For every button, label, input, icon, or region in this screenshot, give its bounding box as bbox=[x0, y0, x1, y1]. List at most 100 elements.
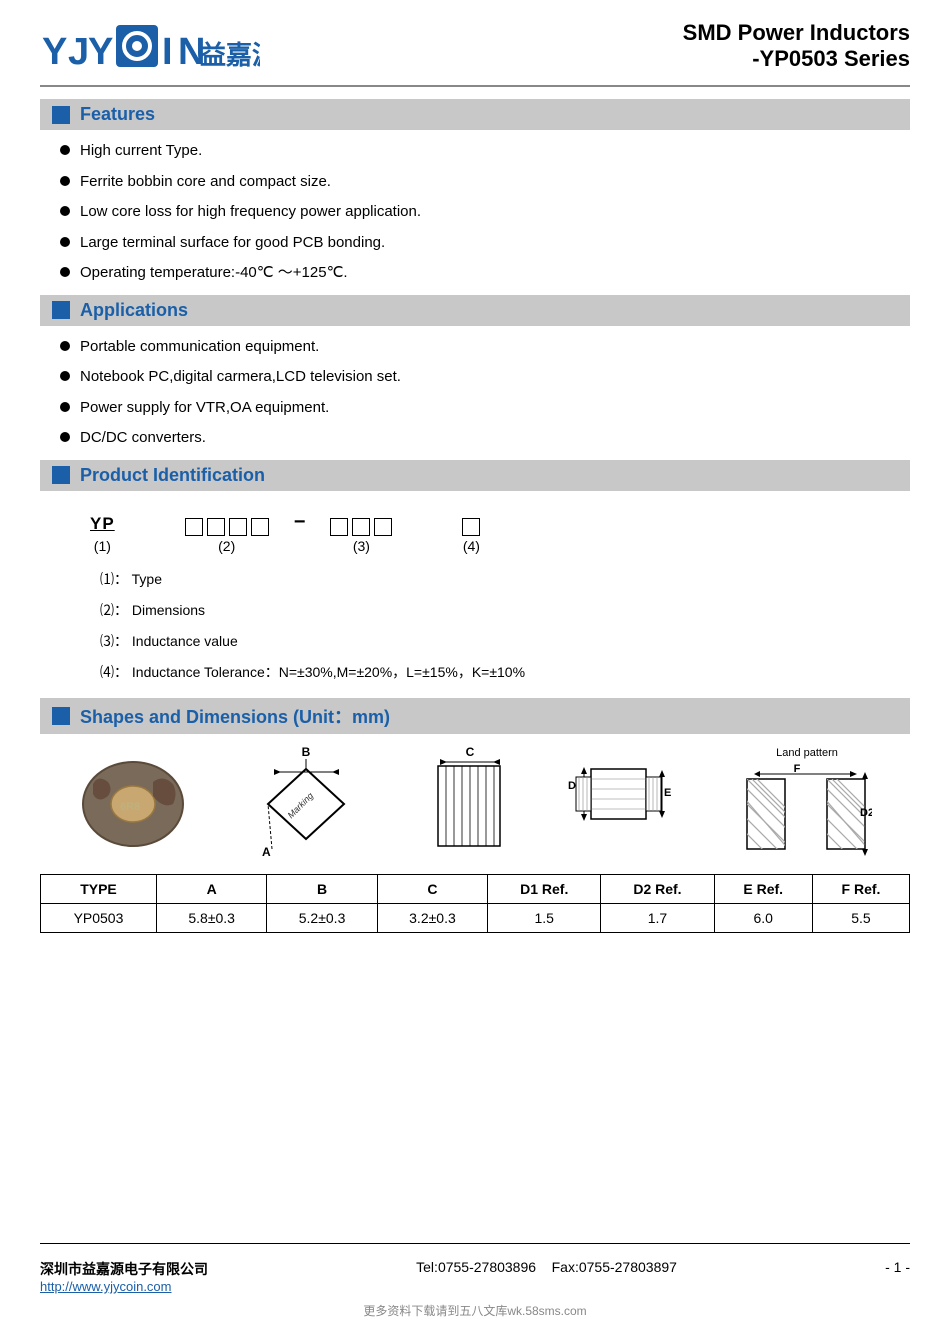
svg-text:Y: Y bbox=[88, 31, 113, 73]
product-id-header: Product Identification bbox=[40, 460, 910, 491]
bullet-dot bbox=[60, 402, 70, 412]
bullet-dot bbox=[60, 145, 70, 155]
list-item: Low core loss for high frequency power a… bbox=[60, 201, 910, 224]
pid-part-1: YP (1) bbox=[90, 514, 115, 554]
list-item: Power supply for VTR,OA equipment. bbox=[60, 397, 910, 420]
header-divider bbox=[40, 85, 910, 87]
pid-label-2: (2) bbox=[218, 538, 235, 554]
footer-url[interactable]: http://www.yjycoin.com bbox=[40, 1279, 208, 1294]
table-header-type: TYPE bbox=[41, 874, 157, 903]
footer-contact: Tel:0755-27803896 Fax:0755-27803897 bbox=[416, 1259, 677, 1275]
svg-text:C: C bbox=[466, 745, 475, 759]
app-text-1: Portable communication equipment. bbox=[80, 336, 319, 359]
list-item: Portable communication equipment. bbox=[60, 336, 910, 359]
pid-legend-1: ⑴： Type bbox=[100, 569, 870, 590]
footer-tel-label: Tel: bbox=[416, 1259, 438, 1275]
diamond-svg: B Marking A bbox=[244, 744, 374, 864]
pad-svg: D1 bbox=[566, 744, 686, 864]
product-title-line1: SMD Power Inductors bbox=[683, 20, 910, 46]
table-header-b: B bbox=[267, 874, 377, 903]
features-title: Features bbox=[80, 104, 155, 125]
land-pattern-view: Land pattern F bbox=[742, 744, 872, 864]
shapes-icon bbox=[52, 707, 70, 725]
shapes-diagrams-row: 6R8 B Marking A bbox=[40, 744, 910, 864]
bullet-dot bbox=[60, 341, 70, 351]
pid-box bbox=[185, 518, 203, 536]
cell-a: 5.8±0.3 bbox=[156, 903, 266, 932]
cross-section-view: C bbox=[430, 744, 510, 864]
pid-box bbox=[462, 518, 480, 536]
pid-box bbox=[352, 518, 370, 536]
cell-type: YP0503 bbox=[41, 903, 157, 932]
cell-c: 3.2±0.3 bbox=[377, 903, 487, 932]
cell-d1: 1.5 bbox=[488, 903, 601, 932]
feature-text-2: Ferrite bobbin core and compact size. bbox=[80, 171, 331, 194]
list-item: Notebook PC,digital carmera,LCD televisi… bbox=[60, 366, 910, 389]
svg-text:Land pattern: Land pattern bbox=[776, 747, 838, 759]
applications-icon bbox=[52, 301, 70, 319]
pid-legend-3: ⑶： Inductance value bbox=[100, 631, 870, 652]
bullet-dot bbox=[60, 237, 70, 247]
bullet-dot bbox=[60, 371, 70, 381]
pid-legend: ⑴： Type ⑵： Dimensions ⑶： Inductance valu… bbox=[100, 569, 870, 683]
product-id-icon bbox=[52, 466, 70, 484]
dimensions-table: TYPE A B C D1 Ref. D2 Ref. E Ref. F Ref.… bbox=[40, 874, 910, 933]
cell-b: 5.2±0.3 bbox=[267, 903, 377, 932]
diamond-view: B Marking A bbox=[244, 744, 374, 864]
svg-text:Y: Y bbox=[42, 31, 67, 73]
svg-text:J: J bbox=[68, 31, 89, 73]
product-title: SMD Power Inductors -YP0503 Series bbox=[683, 20, 910, 72]
table-header-d1: D1 Ref. bbox=[488, 874, 601, 903]
pid-label-4: (4) bbox=[463, 538, 480, 554]
table-header-e: E Ref. bbox=[714, 874, 812, 903]
cell-d2: 1.7 bbox=[601, 903, 714, 932]
feature-text-5: Operating temperature:-40℃ ～+125℃. bbox=[80, 262, 348, 285]
footer-fax-label: Fax: bbox=[552, 1259, 579, 1275]
features-list: High current Type. Ferrite bobbin core a… bbox=[40, 140, 910, 285]
header: Y J Y I N 益嘉源 SMD Power Inductors -YP050… bbox=[40, 20, 910, 75]
footer: 深圳市益嘉源电子有限公司 http://www.yjycoin.com Tel:… bbox=[40, 1243, 910, 1294]
footer-fax: 0755-27803897 bbox=[579, 1259, 677, 1275]
logo-svg: Y J Y I N 益嘉源 bbox=[40, 20, 260, 75]
pid-box bbox=[374, 518, 392, 536]
list-item: Operating temperature:-40℃ ～+125℃. bbox=[60, 262, 910, 285]
product-id-title: Product Identification bbox=[80, 465, 265, 486]
bullet-dot bbox=[60, 267, 70, 277]
table-header-a: A bbox=[156, 874, 266, 903]
app-text-4: DC/DC converters. bbox=[80, 427, 206, 450]
pid-box bbox=[229, 518, 247, 536]
list-item: Ferrite bobbin core and compact size. bbox=[60, 171, 910, 194]
pid-legend-4: ⑷： Inductance Tolerance：N=±30%,M=±20%，L=… bbox=[100, 662, 870, 683]
svg-text:I: I bbox=[162, 31, 173, 73]
svg-text:B: B bbox=[302, 745, 311, 759]
feature-text-3: Low core loss for high frequency power a… bbox=[80, 201, 421, 224]
pid-dash: − bbox=[294, 511, 306, 554]
svg-text:D2: D2 bbox=[860, 807, 872, 819]
svg-text:Marking: Marking bbox=[286, 790, 316, 820]
logo-area: Y J Y I N 益嘉源 bbox=[40, 20, 260, 75]
pad-view: D1 bbox=[566, 744, 686, 864]
pid-box bbox=[330, 518, 348, 536]
pid-label-1: (1) bbox=[94, 538, 111, 554]
table-header-c: C bbox=[377, 874, 487, 903]
features-icon bbox=[52, 106, 70, 124]
pid-part-4: (4) bbox=[462, 518, 480, 554]
svg-text:E: E bbox=[664, 787, 671, 799]
table-row: YP0503 5.8±0.3 5.2±0.3 3.2±0.3 1.5 1.7 6… bbox=[41, 903, 910, 932]
list-item: DC/DC converters. bbox=[60, 427, 910, 450]
list-item: Large terminal surface for good PCB bond… bbox=[60, 232, 910, 255]
inductor-photo-container: 6R8 bbox=[78, 754, 188, 854]
cell-e: 6.0 bbox=[714, 903, 812, 932]
table-header-f: F Ref. bbox=[812, 874, 909, 903]
svg-text:A: A bbox=[262, 845, 271, 859]
pid-box bbox=[207, 518, 225, 536]
svg-text:益嘉源: 益嘉源 bbox=[200, 40, 260, 70]
svg-text:6R8: 6R8 bbox=[120, 801, 140, 813]
cell-f: 5.5 bbox=[812, 903, 909, 932]
feature-text-4: Large terminal surface for good PCB bond… bbox=[80, 232, 385, 255]
app-text-2: Notebook PC,digital carmera,LCD televisi… bbox=[80, 366, 401, 389]
footer-page: - 1 - bbox=[885, 1259, 910, 1275]
applications-title: Applications bbox=[80, 300, 188, 321]
table-header-row: TYPE A B C D1 Ref. D2 Ref. E Ref. F Ref. bbox=[41, 874, 910, 903]
svg-text:F: F bbox=[794, 763, 801, 775]
